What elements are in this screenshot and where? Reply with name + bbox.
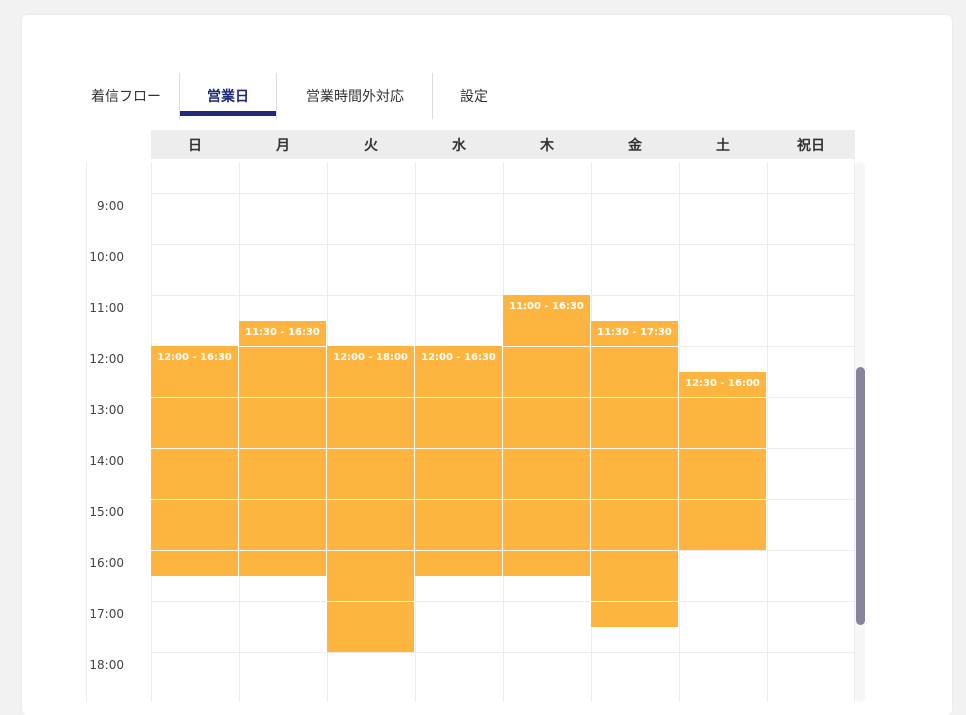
hour-divider xyxy=(591,499,678,500)
business-hours-block[interactable]: 11:00 - 16:30 xyxy=(503,295,591,576)
scrollbar-thumb[interactable] xyxy=(856,367,865,625)
time-label: 13:00 xyxy=(89,403,124,417)
hour-divider xyxy=(415,499,502,500)
hour-divider xyxy=(591,550,678,551)
time-label: 14:00 xyxy=(89,454,124,468)
hour-divider xyxy=(591,346,678,347)
hour-divider xyxy=(151,550,238,551)
hour-divider xyxy=(503,550,590,551)
grid-line xyxy=(151,652,855,653)
day-header-row: 日 月 火 水 木 金 土 祝日 xyxy=(151,130,855,159)
time-label: 11:00 xyxy=(89,301,124,315)
hour-divider xyxy=(327,601,414,602)
time-label: 12:00 xyxy=(89,352,124,366)
business-hours-label: 12:00 - 18:00 xyxy=(333,352,408,363)
hour-divider xyxy=(591,448,678,449)
business-hours-label: 11:30 - 16:30 xyxy=(245,326,320,338)
hour-divider xyxy=(327,550,414,551)
time-label: 17:00 xyxy=(89,607,124,621)
hour-divider xyxy=(239,550,326,551)
hour-divider xyxy=(239,448,326,449)
time-label: 9:00 xyxy=(97,199,124,213)
business-hours-label: 12:30 - 16:00 xyxy=(685,377,760,389)
hour-divider xyxy=(679,397,766,398)
hour-divider xyxy=(591,397,678,398)
time-label: 16:00 xyxy=(89,556,124,570)
hour-divider xyxy=(327,499,414,500)
hour-divider xyxy=(239,499,326,500)
business-hours-block[interactable]: 12:00 - 16:30 xyxy=(415,346,503,576)
time-label: 15:00 xyxy=(89,505,124,519)
hour-divider xyxy=(239,346,326,347)
hour-divider xyxy=(679,448,766,449)
schedule-grid[interactable]: 9:00 10:00 11:00 12:00 13:00 14:00 15:00… xyxy=(64,162,855,702)
hour-divider xyxy=(151,448,238,449)
hour-divider xyxy=(591,601,678,602)
grid-line xyxy=(86,162,87,702)
grid-line xyxy=(151,193,855,194)
hour-divider xyxy=(503,346,590,347)
hour-divider xyxy=(679,499,766,500)
business-hours-block[interactable]: 11:30 - 16:30 xyxy=(239,320,327,576)
day-header-holiday: 祝日 xyxy=(797,137,825,154)
hour-divider xyxy=(151,397,238,398)
time-label: 10:00 xyxy=(89,250,124,264)
hour-divider xyxy=(503,397,590,398)
hour-divider xyxy=(503,499,590,500)
day-header-sun: 日 xyxy=(188,137,202,154)
day-header-fri: 金 xyxy=(628,137,642,154)
hour-divider xyxy=(327,448,414,449)
hour-divider xyxy=(327,397,414,398)
grid-line xyxy=(151,244,855,245)
hour-divider xyxy=(415,550,502,551)
day-header-wed: 水 xyxy=(452,137,466,154)
day-header-tue: 火 xyxy=(364,137,378,154)
business-hours-label: 11:30 - 17:30 xyxy=(597,326,672,338)
hour-divider xyxy=(503,448,590,449)
business-hours-block[interactable]: 12:30 - 16:00 xyxy=(679,371,767,550)
business-hours-label: 11:00 - 16:30 xyxy=(509,301,584,312)
hour-divider xyxy=(415,397,502,398)
business-hours-block[interactable]: 12:00 - 18:00 xyxy=(327,346,415,652)
day-header-thu: 木 xyxy=(540,137,554,154)
business-hours-label: 12:00 - 16:30 xyxy=(421,352,496,363)
day-header-mon: 月 xyxy=(276,137,290,154)
business-hours-label: 12:00 - 16:30 xyxy=(157,352,232,363)
hour-divider xyxy=(239,397,326,398)
business-hours-block[interactable]: 11:30 - 17:30 xyxy=(591,320,679,627)
business-hours-block[interactable]: 12:00 - 16:30 xyxy=(151,346,239,576)
time-label: 18:00 xyxy=(89,658,124,672)
hour-divider xyxy=(151,499,238,500)
grid-line xyxy=(767,162,768,702)
day-header-sat: 土 xyxy=(716,137,730,154)
grid-line xyxy=(151,601,855,602)
weekly-schedule: 日 月 火 水 木 金 土 祝日 9:00 10:00 11:00 12:00 … xyxy=(0,0,966,702)
hour-divider xyxy=(415,448,502,449)
